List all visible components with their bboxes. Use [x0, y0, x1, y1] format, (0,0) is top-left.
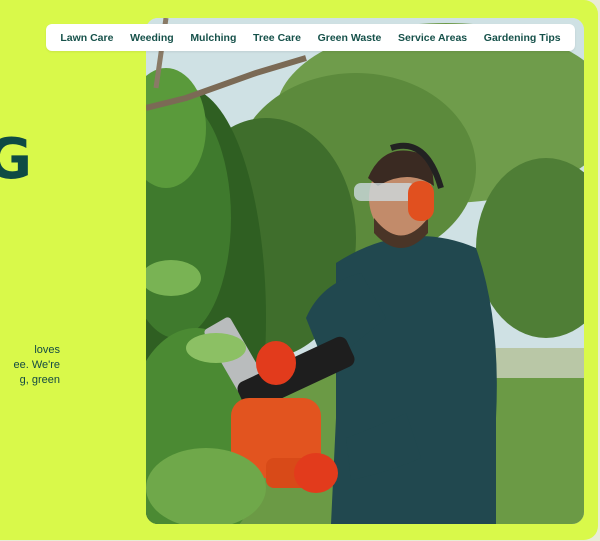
hero-copy-line: g, green — [19, 374, 60, 386]
nav-link-mulching[interactable]: Mulching — [190, 32, 236, 44]
nav-link-tree-care[interactable]: Tree Care — [253, 32, 301, 44]
hero-photo-gardener-trimming-hedge — [146, 18, 584, 524]
nav-link-lawn-care[interactable]: Lawn Care — [60, 32, 113, 44]
nav-link-weeding[interactable]: Weeding — [130, 32, 174, 44]
hero-heading: G — [0, 127, 32, 192]
nav-link-gardening-tips[interactable]: Gardening Tips — [484, 32, 561, 44]
hero-copy-line: ee. We're — [13, 359, 60, 371]
nav-link-green-waste[interactable]: Green Waste — [318, 32, 382, 44]
hero-section: G loves ee. We're g, green Lawn Care Wee… — [0, 0, 598, 540]
hero-description: loves ee. We're g, green — [0, 343, 60, 388]
main-navigation: Lawn Care Weeding Mulching Tree Care Gre… — [46, 24, 575, 51]
hero-copy-line: loves — [34, 344, 60, 356]
nav-link-service-areas[interactable]: Service Areas — [398, 32, 467, 44]
